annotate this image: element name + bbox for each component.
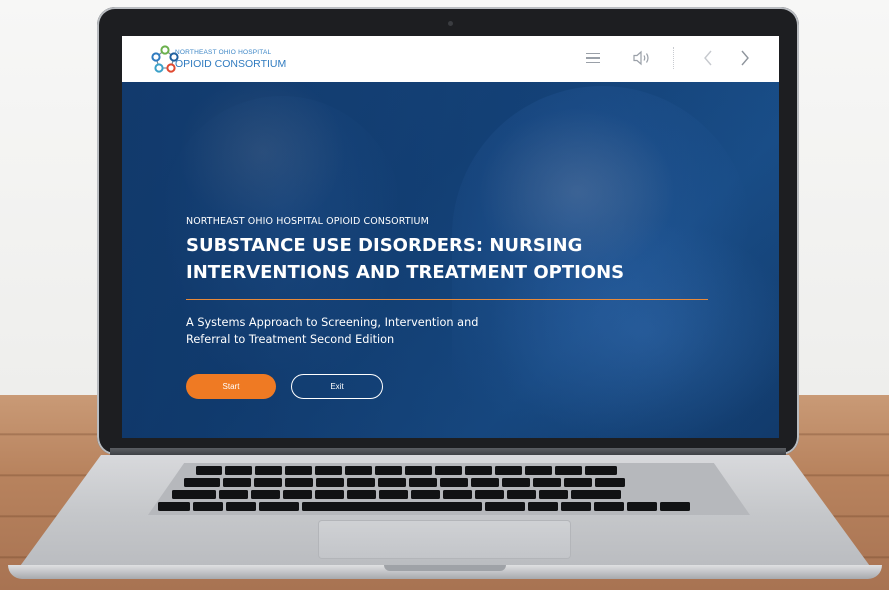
toolbar-divider bbox=[673, 47, 674, 69]
keyboard-row bbox=[158, 502, 690, 511]
webcam bbox=[448, 21, 453, 26]
course-subtitle: A Systems Approach to Screening, Interve… bbox=[186, 316, 479, 346]
trackpad bbox=[319, 521, 570, 558]
laptop-screen: NORTHEAST OHIO HOSPITAL OPIOID CONSORTIU… bbox=[122, 36, 779, 438]
exit-button[interactable]: Exit bbox=[291, 374, 383, 399]
top-bar: NORTHEAST OHIO HOSPITAL OPIOID CONSORTIU… bbox=[122, 36, 779, 82]
lid-opening-notch bbox=[384, 565, 506, 571]
speaker-icon[interactable] bbox=[629, 47, 655, 69]
start-button[interactable]: Start bbox=[186, 374, 276, 399]
keyboard-row bbox=[172, 490, 621, 499]
course-kicker: NORTHEAST OHIO HOSPITAL OPIOID CONSORTIU… bbox=[186, 216, 429, 227]
logo-line-1: NORTHEAST OHIO HOSPITAL bbox=[175, 49, 272, 56]
course-title: SUBSTANCE USE DISORDERS: NURSING INTERVE… bbox=[186, 235, 625, 283]
hamburger-menu-icon[interactable] bbox=[584, 47, 602, 69]
logo-line-2: OPIOID CONSORTIUM bbox=[175, 58, 287, 70]
keyboard-row bbox=[196, 466, 617, 475]
title-divider bbox=[186, 299, 708, 300]
chevron-left-icon[interactable] bbox=[697, 47, 719, 69]
chevron-right-icon[interactable] bbox=[734, 47, 756, 69]
keyboard-row bbox=[184, 478, 625, 487]
